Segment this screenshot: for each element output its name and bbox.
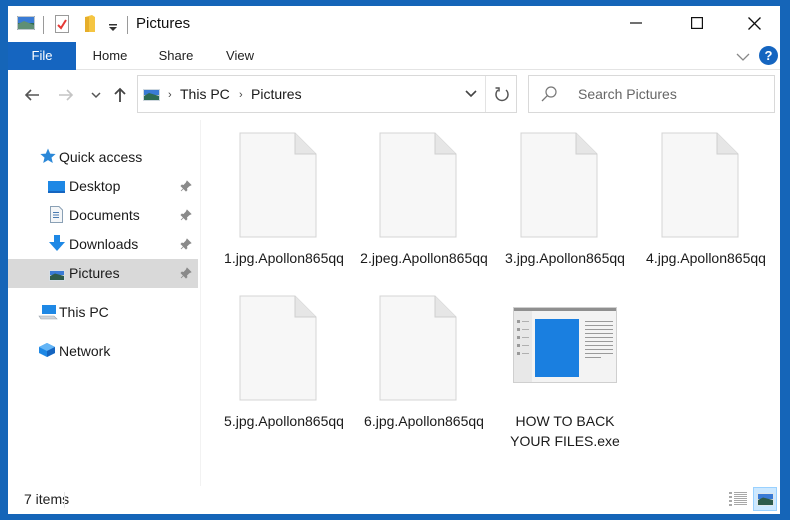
sidebar-item-label: Desktop xyxy=(69,178,121,194)
blank-file-icon xyxy=(520,132,610,252)
file-name: 4.jpg.Apollon865qq xyxy=(646,250,766,266)
file-item[interactable]: 5.jpg.Apollon865qq xyxy=(214,283,354,443)
sidebar-item-desktop[interactable]: Desktop xyxy=(8,172,198,201)
network-icon xyxy=(38,342,56,363)
blank-file-icon xyxy=(661,132,751,252)
pin-icon[interactable] xyxy=(180,208,192,226)
exe-thumbnail-icon xyxy=(513,307,617,387)
documents-icon xyxy=(50,206,63,228)
search-placeholder: Search Pictures xyxy=(578,86,677,102)
tab-view[interactable]: View xyxy=(216,42,264,70)
sidebar-item-downloads[interactable]: Downloads xyxy=(8,230,198,259)
file-item[interactable]: 2.jpeg.Apollon865qq xyxy=(354,120,494,280)
window-title: Pictures xyxy=(136,15,191,32)
help-button[interactable]: ? xyxy=(759,46,778,65)
pin-icon[interactable] xyxy=(180,266,192,284)
navigation-bar: › This PC › Pictures Search Pictures xyxy=(8,70,780,120)
sidebar-item-label: Quick access xyxy=(59,149,143,165)
downloads-icon xyxy=(49,235,65,257)
pictures-icon xyxy=(49,268,65,286)
sidebar-item-this-pc[interactable]: This PC xyxy=(8,298,198,327)
breadcrumb-chevron-icon: › xyxy=(168,89,172,101)
file-name: 3.jpg.Apollon865qq xyxy=(505,250,625,266)
address-history-dropdown[interactable] xyxy=(456,76,486,112)
refresh-button[interactable] xyxy=(487,76,517,112)
file-name: 2.jpeg.Apollon865qq xyxy=(360,250,488,266)
file-list: 1.jpg.Apollon865qq 2.jpeg.Apollon865qq 3… xyxy=(208,120,778,480)
search-icon xyxy=(541,86,557,107)
pictures-location-icon xyxy=(143,88,160,106)
file-item[interactable]: 6.jpg.Apollon865qq xyxy=(354,283,494,443)
blank-file-icon xyxy=(239,132,329,252)
large-icons-view-button[interactable] xyxy=(753,487,777,511)
breadcrumb-this-pc[interactable]: This PC xyxy=(180,86,230,102)
file-name: HOW TO BACK YOUR FILES.exe xyxy=(510,413,620,449)
up-button[interactable] xyxy=(110,85,130,105)
minimize-button[interactable] xyxy=(612,6,660,40)
navigation-pane: Quick access Desktop Documents Downloads xyxy=(8,120,200,480)
forward-button[interactable] xyxy=(56,85,76,105)
sidebar-item-documents[interactable]: Documents xyxy=(8,201,198,230)
sidebar-item-label: Network xyxy=(59,343,111,359)
new-folder-icon[interactable] xyxy=(84,15,96,38)
refresh-icon xyxy=(495,87,509,102)
tab-file[interactable]: File xyxy=(8,42,76,70)
status-bar: 7 items xyxy=(8,484,780,514)
file-item[interactable]: 1.jpg.Apollon865qq xyxy=(214,120,354,280)
title-bar: Pictures xyxy=(8,6,780,42)
blank-file-icon xyxy=(379,295,469,415)
breadcrumb-chevron-icon: › xyxy=(239,89,243,101)
details-view-icon xyxy=(729,492,747,506)
file-item[interactable]: 4.jpg.Apollon865qq xyxy=(636,120,776,280)
sidebar-item-pictures[interactable]: Pictures xyxy=(8,259,198,288)
pin-icon[interactable] xyxy=(180,179,192,197)
toolbar-separator xyxy=(127,16,128,34)
blank-file-icon xyxy=(379,132,469,252)
breadcrumb-pictures[interactable]: Pictures xyxy=(251,86,302,102)
item-count: 7 items xyxy=(24,491,70,507)
recent-locations-button[interactable] xyxy=(86,85,106,105)
ribbon-tabs: File Home Share View ? xyxy=(8,42,780,70)
file-item[interactable]: HOW TO BACK YOUR FILES.exe xyxy=(495,283,635,449)
address-bar[interactable]: › This PC › Pictures xyxy=(137,75,517,113)
search-input[interactable]: Search Pictures xyxy=(528,75,775,113)
file-name: 6.jpg.Apollon865qq xyxy=(364,413,484,429)
toolbar-separator xyxy=(43,16,44,34)
sidebar-item-quick-access[interactable]: Quick access xyxy=(8,143,198,172)
details-view-button[interactable] xyxy=(726,487,750,511)
blank-file-icon xyxy=(239,295,329,415)
tab-share[interactable]: Share xyxy=(150,42,202,70)
sidebar-item-network[interactable]: Network xyxy=(8,337,198,366)
customize-toolbar-icon[interactable] xyxy=(109,19,117,37)
maximize-button[interactable] xyxy=(673,6,721,40)
file-name: 5.jpg.Apollon865qq xyxy=(224,413,344,429)
file-item[interactable]: 3.jpg.Apollon865qq xyxy=(495,120,635,280)
sidebar-item-label: Downloads xyxy=(69,236,139,252)
desktop-icon xyxy=(48,180,65,198)
status-separator xyxy=(64,492,65,508)
file-explorer-window: Pictures File Home Share View ? › This P… xyxy=(8,6,780,514)
close-button[interactable] xyxy=(730,6,778,40)
sidebar-item-label: Pictures xyxy=(69,265,120,281)
sidebar-item-label: This PC xyxy=(59,304,109,320)
computer-icon xyxy=(38,304,58,325)
star-icon xyxy=(40,148,56,169)
file-name: 1.jpg.Apollon865qq xyxy=(224,250,344,266)
sidebar-item-label: Documents xyxy=(69,207,140,223)
large-icons-view-icon xyxy=(756,492,774,506)
pictures-folder-icon xyxy=(16,15,36,35)
expand-ribbon-icon[interactable] xyxy=(736,49,750,67)
tab-home[interactable]: Home xyxy=(84,42,136,70)
back-button[interactable] xyxy=(22,85,42,105)
properties-icon[interactable] xyxy=(55,15,69,38)
pin-icon[interactable] xyxy=(180,237,192,255)
pane-divider[interactable] xyxy=(200,120,201,486)
